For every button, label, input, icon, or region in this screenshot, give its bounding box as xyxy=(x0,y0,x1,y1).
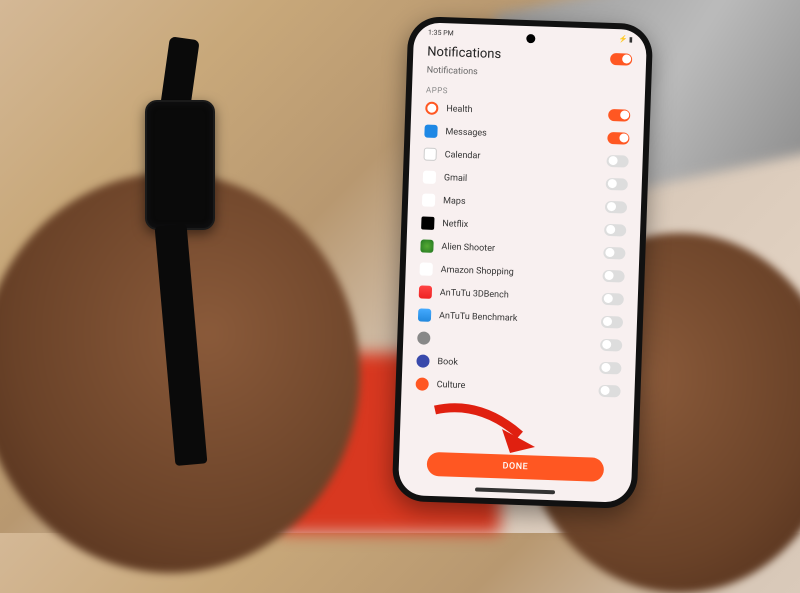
app-label: AnTuTu 3DBench xyxy=(440,288,594,303)
app-label: Health xyxy=(446,104,600,119)
book-icon xyxy=(416,354,429,367)
phone-screen: 1:35 PM ⚡ ▮ Notifications Notifications … xyxy=(398,22,647,503)
app-label: Amazon Shopping xyxy=(441,265,595,280)
app-label: Alien Shooter xyxy=(441,242,595,257)
app-label: Messages xyxy=(445,127,599,142)
app-label: Maps xyxy=(443,196,597,211)
app-toggle[interactable] xyxy=(605,200,627,213)
netflix-icon xyxy=(421,216,434,229)
antutu-icon xyxy=(419,285,432,298)
generic-icon xyxy=(417,331,430,344)
watch-strap-top xyxy=(160,36,199,109)
page-title: Notifications xyxy=(427,45,501,63)
cu-icon xyxy=(415,377,428,390)
app-toggle[interactable] xyxy=(602,292,624,305)
app-toggle[interactable] xyxy=(608,108,630,121)
app-toggle[interactable] xyxy=(604,223,626,236)
app-toggle[interactable] xyxy=(600,338,622,351)
app-toggle[interactable] xyxy=(603,246,625,259)
app-label: Book xyxy=(437,357,591,372)
app-label: Netflix xyxy=(442,219,596,234)
antutu2-icon xyxy=(418,308,431,321)
alien-icon xyxy=(420,239,433,252)
phone-frame: 1:35 PM ⚡ ▮ Notifications Notifications … xyxy=(392,16,654,509)
app-toggle[interactable] xyxy=(606,154,628,167)
status-time: 1:35 PM xyxy=(428,29,454,38)
app-toggle[interactable] xyxy=(599,361,621,374)
app-toggle[interactable] xyxy=(598,384,620,397)
health-icon xyxy=(425,102,438,115)
nav-bar-handle[interactable] xyxy=(474,487,554,494)
app-toggle[interactable] xyxy=(606,177,628,190)
smartwatch xyxy=(145,100,215,230)
status-right-icons: ⚡ ▮ xyxy=(618,35,633,43)
amazon-icon xyxy=(419,262,432,275)
messages-icon xyxy=(424,125,437,138)
app-list: Health Messages Calendar Gmail Maps Netflix Al… xyxy=(400,96,645,451)
gmail-icon xyxy=(423,170,436,183)
app-toggle[interactable] xyxy=(602,269,624,282)
calendar-icon xyxy=(424,147,437,160)
app-label: Culture xyxy=(437,380,591,395)
done-button[interactable]: DONE xyxy=(426,452,604,482)
app-toggle[interactable] xyxy=(607,131,629,144)
app-label: AnTuTu Benchmark xyxy=(439,311,593,326)
app-toggle[interactable] xyxy=(601,315,623,328)
app-label: Calendar xyxy=(445,150,599,165)
maps-icon xyxy=(422,193,435,206)
app-label: Gmail xyxy=(444,173,598,188)
master-toggle[interactable] xyxy=(610,52,632,65)
app-label xyxy=(438,339,592,344)
